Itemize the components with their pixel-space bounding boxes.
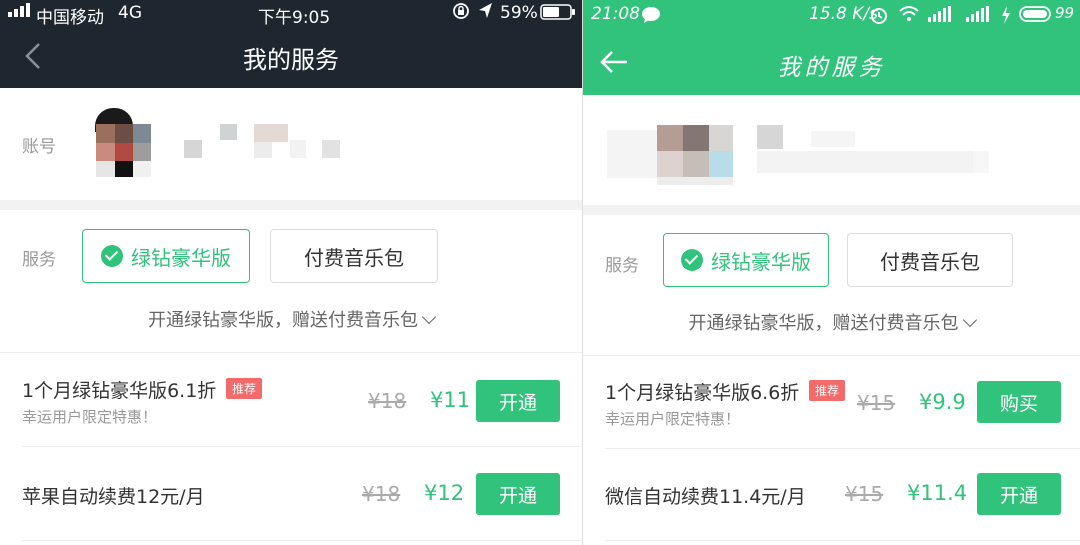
battery-level: 99	[1055, 4, 1075, 22]
divider	[22, 446, 582, 447]
product-title: 苹果自动续费12元/月	[22, 486, 205, 508]
subscribe-button[interactable]: 开通	[476, 380, 560, 422]
network-speed: 15.8 K/s	[809, 4, 878, 24]
buy-button[interactable]: 购买	[977, 381, 1061, 423]
signal-icon	[928, 6, 954, 27]
section-divider	[583, 205, 1080, 215]
divider	[605, 448, 1080, 449]
wifi-icon	[898, 5, 920, 28]
product-subtitle: 幸运用户限定特惠！	[605, 410, 741, 428]
alarm-icon	[869, 5, 889, 30]
page-title: 我的服务	[777, 55, 886, 81]
chat-icon	[641, 6, 661, 29]
check-icon	[681, 249, 703, 271]
android-screen: 21:08 15.8 K/s 99 我的服务 服务 绿钻豪华版 付费音乐包 开通…	[582, 0, 1080, 545]
service-option-music-pack[interactable]: 付费音乐包	[847, 233, 1013, 287]
status-bar: 中国移动 4G 下午9:05 59%	[0, 0, 582, 28]
recommend-badge: 推荐	[226, 378, 263, 399]
original-price: ¥15	[845, 482, 884, 506]
service-label: 服务	[22, 250, 56, 270]
promo-hint-text: 开通绿钻豪华版，赠送付费音乐包	[148, 310, 418, 331]
service-option-label: 付费音乐包	[880, 249, 980, 274]
status-time: 21:08	[591, 4, 640, 24]
service-option-music-pack[interactable]: 付费音乐包	[270, 229, 438, 283]
subscribe-button[interactable]: 开通	[476, 473, 560, 515]
signal-icon	[8, 2, 34, 22]
divider	[583, 355, 1080, 356]
sale-price: ¥12	[424, 481, 465, 505]
status-time: 下午9:05	[258, 8, 331, 28]
service-option-label: 付费音乐包	[304, 245, 404, 270]
product-subtitle: 幸运用户限定特惠！	[22, 408, 158, 426]
original-price: ¥18	[362, 482, 401, 506]
network-type: 4G	[118, 3, 142, 23]
nav-bar: 我的服务	[0, 26, 582, 88]
promo-hint-text: 开通绿钻豪华版，赠送付费音乐包	[688, 313, 959, 334]
account-section: 账号	[0, 88, 582, 200]
service-option-label: 绿钻豪华版	[711, 249, 811, 274]
service-label: 服务	[605, 256, 639, 276]
promo-hint[interactable]: 开通绿钻豪华版，赠送付费音乐包	[583, 309, 1080, 335]
account-label: 账号	[22, 137, 56, 157]
divider	[605, 540, 1080, 541]
promo-hint[interactable]: 开通绿钻豪华版，赠送付费音乐包	[0, 306, 582, 332]
header: 21:08 15.8 K/s 99 我的服务	[583, 0, 1080, 95]
location-icon	[478, 2, 494, 25]
comparison-screenshot: 中国移动 4G 下午9:05 59% 我的服务 账号 服务 绿钻豪华版 付费音乐…	[0, 0, 1080, 545]
section-divider	[0, 200, 582, 210]
lock-rotation-icon	[452, 2, 470, 25]
status-bar: 21:08 15.8 K/s 99	[583, 0, 1080, 30]
charging-icon	[1001, 6, 1011, 29]
chevron-down-icon	[962, 312, 977, 328]
battery-icon	[1019, 6, 1053, 27]
check-icon	[101, 245, 123, 267]
subscribe-button[interactable]: 开通	[977, 473, 1061, 515]
product-title: 1个月绿钻豪华版6.6折	[605, 382, 800, 404]
original-price: ¥15	[857, 391, 896, 415]
product-title: 微信自动续费11.4元/月	[605, 486, 806, 508]
nav-bar: 我的服务	[583, 30, 1080, 95]
service-option-label: 绿钻豪华版	[131, 245, 231, 270]
sale-price: ¥11	[430, 388, 471, 412]
signal-4g-icon	[966, 6, 992, 27]
recommend-badge: 推荐	[809, 380, 846, 401]
header: 中国移动 4G 下午9:05 59% 我的服务	[0, 0, 582, 88]
account-section	[583, 95, 1080, 205]
service-option-green-diamond[interactable]: 绿钻豪华版	[663, 233, 829, 287]
sale-price: ¥11.4	[907, 481, 968, 505]
product-title: 1个月绿钻豪华版6.1折	[22, 380, 217, 402]
carrier-name: 中国移动	[36, 8, 104, 28]
battery-icon	[540, 4, 576, 25]
divider	[22, 540, 582, 541]
original-price: ¥18	[368, 389, 407, 413]
battery-percent: 59%	[500, 3, 538, 23]
divider	[0, 352, 582, 353]
ios-screen: 中国移动 4G 下午9:05 59% 我的服务 账号 服务 绿钻豪华版 付费音乐…	[0, 0, 582, 545]
service-option-green-diamond[interactable]: 绿钻豪华版	[82, 229, 250, 283]
page-title: 我的服务	[243, 46, 339, 74]
sale-price: ¥9.9	[919, 390, 966, 414]
chevron-down-icon	[421, 309, 437, 325]
